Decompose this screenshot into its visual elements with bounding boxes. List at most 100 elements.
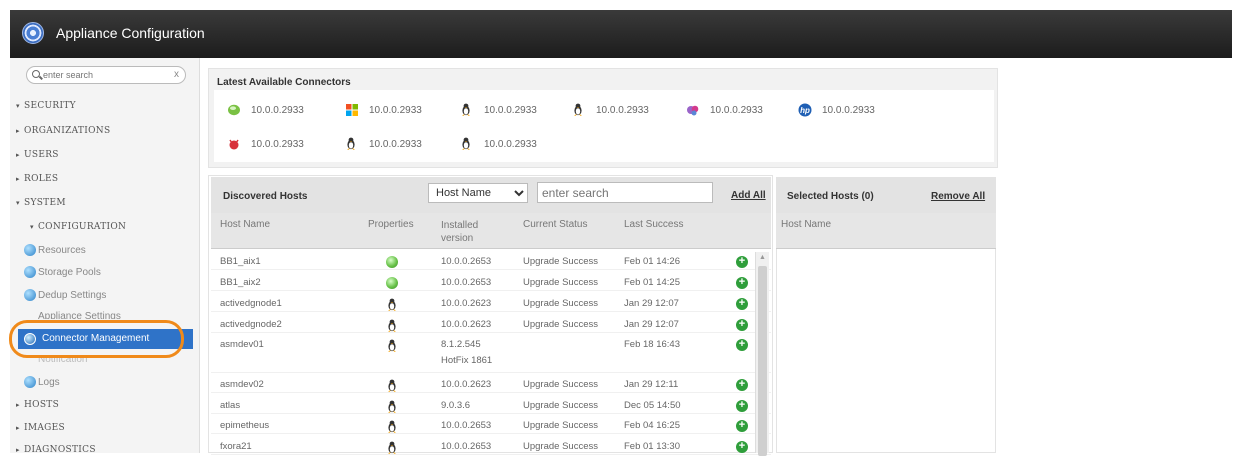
- cell-installed-version: 10.0.0.2623: [441, 298, 492, 309]
- linux-tux-icon: [386, 441, 398, 454]
- cell-last-success: Feb 01 14:25: [624, 277, 680, 288]
- linux-tux-icon: [386, 420, 398, 433]
- table-row[interactable]: atlas 9.0.3.6 Upgrade Success Dec 05 14:50 +: [211, 396, 771, 414]
- suse-icon: [386, 256, 398, 268]
- nav-configuration[interactable]: ▾ CONFIGURATION: [30, 222, 126, 232]
- scroll-up-icon[interactable]: ▲: [759, 254, 766, 261]
- connector-item[interactable]: 10.0.0.2933: [460, 137, 537, 151]
- collapsed-arrow-icon: ▸: [16, 127, 20, 135]
- connector-version: 10.0.0.2933: [369, 138, 422, 150]
- cell-host-name: BB1_aix1: [220, 256, 261, 267]
- connector-version: 10.0.0.2933: [251, 104, 304, 116]
- col-properties[interactable]: Properties: [368, 219, 414, 230]
- add-host-icon[interactable]: +: [736, 298, 748, 310]
- nav-system[interactable]: ▾ SYSTEM: [16, 198, 66, 208]
- collapsed-arrow-icon: ▸: [16, 424, 20, 432]
- collapsed-arrow-icon: ▸: [16, 175, 20, 183]
- cell-installed-version: 10.0.0.2623: [441, 319, 492, 330]
- connector-item[interactable]: 10.0.0.2933: [460, 103, 537, 117]
- nav-roles[interactable]: ▸ ROLES: [16, 174, 58, 184]
- add-host-icon[interactable]: +: [736, 319, 748, 331]
- selected-hosts-header: Selected Hosts (0) Remove All: [776, 177, 996, 213]
- clear-search-icon[interactable]: x: [174, 69, 179, 80]
- table-row[interactable]: asmdev02 10.0.0.2623 Upgrade Success Jan 29…: [211, 375, 771, 393]
- nav-organizations[interactable]: ▸ ORGANIZATIONS: [16, 126, 110, 136]
- linux-tux-icon: [345, 137, 359, 151]
- selected-hosts-heading: Selected Hosts (0): [787, 191, 874, 202]
- table-row[interactable]: BB1_aix1 10.0.0.2653 Upgrade Success Feb 01…: [211, 252, 771, 270]
- connector-version: 10.0.0.2933: [822, 104, 875, 116]
- nav-diagnostics[interactable]: ▸ DIAGNOSTICS: [16, 445, 96, 455]
- add-host-icon[interactable]: +: [736, 420, 748, 432]
- table-row[interactable]: asmdev01 8.1.2.545 HotFix 1861 Feb 18 16:43…: [211, 335, 771, 373]
- nav-item-dedup-settings[interactable]: Dedup Settings: [24, 289, 106, 301]
- cell-current-status: Upgrade Success: [523, 420, 598, 431]
- connector-item[interactable]: 10.0.0.2933: [227, 103, 304, 117]
- title-bar: Appliance Configuration: [10, 10, 1232, 58]
- cell-host-name: asmdev01: [220, 339, 264, 350]
- selected-col-host-name[interactable]: Host Name: [781, 219, 831, 230]
- connector-item[interactable]: 10.0.0.2933: [572, 103, 649, 117]
- connector-item[interactable]: hp 10.0.0.2933: [798, 103, 875, 117]
- globe-icon: [24, 266, 36, 278]
- col-host-name[interactable]: Host Name: [220, 219, 270, 230]
- col-installed-version[interactable]: Installed version: [441, 219, 491, 245]
- cell-installed-version: 10.0.0.2653: [441, 277, 492, 288]
- nav-users[interactable]: ▸ USERS: [16, 150, 59, 160]
- remove-all-link[interactable]: Remove All: [931, 191, 985, 202]
- expanded-arrow-icon: ▾: [16, 102, 20, 110]
- linux-tux-icon: [386, 298, 398, 311]
- table-row[interactable]: fxora21 10.0.0.2653 Upgrade Success Feb 01 …: [211, 437, 771, 455]
- add-all-link[interactable]: Add All: [731, 190, 766, 201]
- table-row[interactable]: epimetheus 10.0.0.2653 Upgrade Success Feb …: [211, 416, 771, 434]
- cell-last-success: Feb 18 16:43: [624, 339, 680, 350]
- host-filter-select[interactable]: Host Name: [428, 183, 528, 203]
- sidebar-search[interactable]: x: [26, 66, 186, 84]
- expanded-arrow-icon: ▾: [30, 223, 34, 231]
- nav-item-logs[interactable]: Logs: [24, 376, 60, 388]
- nav-images[interactable]: ▸ IMAGES: [16, 423, 65, 433]
- connector-item[interactable]: 10.0.0.2933: [345, 137, 422, 151]
- host-search-input[interactable]: [537, 182, 713, 203]
- freebsd-icon: [227, 137, 241, 151]
- cell-installed-version: 9.0.3.6: [441, 400, 471, 411]
- cell-current-status: Upgrade Success: [523, 277, 598, 288]
- cell-installed-version: 10.0.0.2653: [441, 420, 492, 431]
- cell-current-status: Upgrade Success: [523, 400, 598, 411]
- add-host-icon[interactable]: +: [736, 379, 748, 391]
- col-last-success[interactable]: Last Success: [624, 219, 683, 230]
- svg-text:hp: hp: [800, 106, 810, 115]
- table-row[interactable]: activedgnode2 10.0.0.2623 Upgrade Success J…: [211, 315, 771, 333]
- connector-version: 10.0.0.2933: [369, 104, 422, 116]
- sidebar-search-input[interactable]: [43, 68, 163, 82]
- cell-host-name: BB1_aix2: [220, 277, 261, 288]
- cell-last-success: Jan 29 12:07: [624, 298, 679, 309]
- add-host-icon[interactable]: +: [736, 277, 748, 289]
- cell-current-status: Upgrade Success: [523, 319, 598, 330]
- cell-last-success: Jan 29 12:07: [624, 319, 679, 330]
- nav-security[interactable]: ▾ SECURITY: [16, 101, 76, 111]
- nav-hosts[interactable]: ▸ HOSTS: [16, 400, 59, 410]
- table-row[interactable]: BB1_aix2 10.0.0.2653 Upgrade Success Feb 01…: [211, 273, 771, 291]
- add-host-icon[interactable]: +: [736, 256, 748, 268]
- add-host-icon[interactable]: +: [736, 339, 748, 351]
- linux-tux-icon: [386, 400, 398, 413]
- nav-item-storage-pools[interactable]: Storage Pools: [24, 266, 101, 278]
- connector-item[interactable]: 10.0.0.2933: [345, 103, 422, 117]
- connector-version: 10.0.0.2933: [484, 104, 537, 116]
- scroll-thumb[interactable]: [758, 266, 767, 456]
- add-host-icon[interactable]: +: [736, 441, 748, 453]
- connectors-heading: Latest Available Connectors: [217, 77, 351, 88]
- cell-host-name: fxora21: [220, 441, 252, 452]
- nav-item-resources[interactable]: Resources: [24, 244, 86, 256]
- connector-item[interactable]: 10.0.0.2933: [227, 137, 304, 151]
- linux-tux-icon: [460, 137, 474, 151]
- col-current-status[interactable]: Current Status: [523, 219, 587, 230]
- table-row[interactable]: activedgnode1 10.0.0.2623 Upgrade Success J…: [211, 294, 771, 312]
- connector-item[interactable]: 10.0.0.2933: [686, 103, 763, 117]
- hosts-scrollbar[interactable]: ▲: [755, 252, 769, 456]
- add-host-icon[interactable]: +: [736, 400, 748, 412]
- collapsed-arrow-icon: ▸: [16, 151, 20, 159]
- discovered-hosts-heading: Discovered Hosts: [223, 191, 308, 202]
- appliance-logo-icon: [22, 22, 44, 44]
